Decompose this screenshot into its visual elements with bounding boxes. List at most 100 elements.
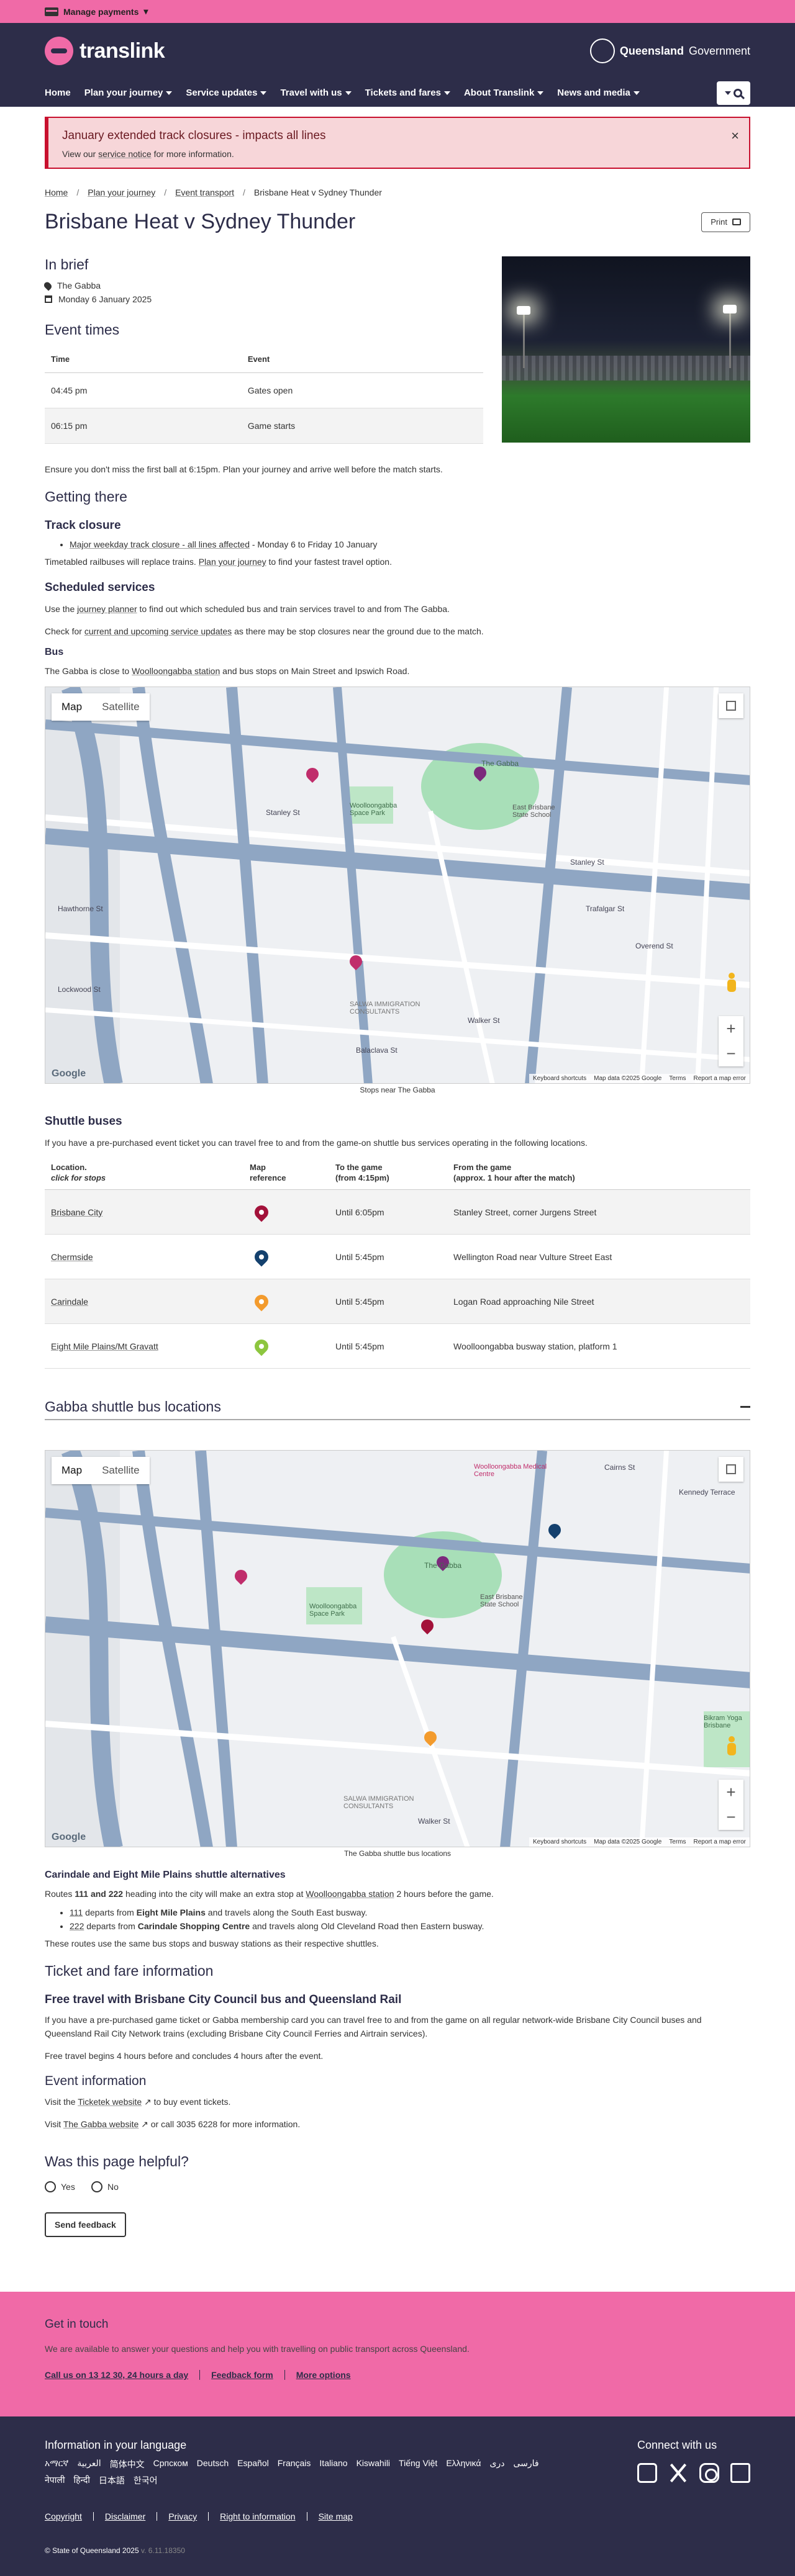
service-notice-link[interactable]: service notice: [98, 149, 152, 159]
language-link[interactable]: Español: [237, 2458, 269, 2470]
keyboard-shortcuts-link[interactable]: Keyboard shortcuts: [533, 1075, 586, 1082]
language-link[interactable]: 简体中文: [110, 2458, 145, 2470]
nav-item-news-and-media[interactable]: News and media: [557, 88, 640, 98]
x-twitter-icon[interactable]: [668, 2463, 688, 2483]
nav-item-tickets-and-fares[interactable]: Tickets and fares: [365, 88, 450, 98]
privacy-link[interactable]: Privacy: [168, 2511, 197, 2521]
translink-logo[interactable]: translink: [45, 37, 165, 65]
map-caption: Stops near The Gabba: [360, 1086, 435, 1094]
google-logo: Google: [52, 1832, 86, 1842]
journey-planner-link[interactable]: journey planner: [77, 604, 137, 614]
language-link[interactable]: العربية: [77, 2458, 101, 2470]
nav-item-home[interactable]: Home: [45, 88, 71, 98]
alternatives-note: These routes use the same bus stops and …: [45, 1939, 379, 1948]
keyboard-shortcuts-link[interactable]: Keyboard shortcuts: [533, 1839, 586, 1845]
route-222-link[interactable]: 222: [70, 1921, 84, 1931]
map-label: Kennedy Terrace: [679, 1488, 735, 1497]
language-link[interactable]: Français: [278, 2458, 311, 2470]
shuttle-heading: Shuttle buses: [45, 1115, 122, 1128]
alternatives-text: Routes 111 and 222 heading into the city…: [45, 1889, 494, 1899]
zoom-in-button[interactable]: +: [719, 1780, 743, 1804]
nav-item-service-updates[interactable]: Service updates: [186, 88, 267, 98]
location-link[interactable]: Eight Mile Plains/Mt Gravatt: [51, 1341, 158, 1351]
helpful-no-radio[interactable]: No: [91, 2181, 119, 2192]
facebook-icon[interactable]: [637, 2463, 657, 2483]
nav-item-plan-your-journey[interactable]: Plan your journey: [84, 88, 173, 98]
location-link[interactable]: Carindale: [51, 1297, 88, 1307]
gabba-website-link[interactable]: The Gabba website: [63, 2119, 139, 2129]
shuttle-locations-accordion[interactable]: Gabba shuttle bus locations: [45, 1398, 750, 1420]
queensland-government-logo[interactable]: Queensland Government: [589, 38, 750, 63]
track-closure-link[interactable]: Major weekday track closure - all lines …: [70, 539, 250, 549]
report-error-link[interactable]: Report a map error: [694, 1075, 746, 1082]
language-link[interactable]: Tiếng Việt: [399, 2458, 437, 2470]
alternatives-list: 111 departs from Eight Mile Plains and t…: [70, 1906, 750, 1933]
call-us-link[interactable]: Call us on 13 12 30, 24 hours a day: [45, 2370, 188, 2380]
email-icon[interactable]: [730, 2463, 750, 2483]
separator: [208, 2512, 209, 2521]
feedback-form-link[interactable]: Feedback form: [211, 2370, 273, 2380]
chevron-down-icon: ▾: [143, 6, 148, 16]
map-tab-map[interactable]: Map: [52, 693, 92, 721]
woolloongabba-station-link[interactable]: Woolloongabba station: [132, 666, 220, 676]
terms-link[interactable]: Terms: [669, 1075, 686, 1082]
plan-journey-link[interactable]: Plan your journey: [199, 557, 266, 567]
ticketek-text: Visit the Ticketek website ↗ to buy even…: [45, 2097, 231, 2107]
pegman-icon[interactable]: [726, 973, 737, 993]
disclaimer-link[interactable]: Disclaimer: [105, 2511, 145, 2521]
ticketek-link[interactable]: Ticketek website: [78, 2097, 142, 2107]
close-icon[interactable]: ×: [731, 128, 739, 144]
nav-item-travel-with-us[interactable]: Travel with us: [280, 88, 352, 98]
collapse-icon[interactable]: [740, 1406, 750, 1408]
copyright-link[interactable]: Copyright: [45, 2511, 82, 2521]
breadcrumb-home[interactable]: Home: [45, 187, 68, 197]
instagram-icon[interactable]: [699, 2463, 719, 2483]
language-link[interactable]: Italiano: [319, 2458, 347, 2470]
service-updates-link[interactable]: current and upcoming service updates: [84, 626, 232, 636]
helpful-yes-radio[interactable]: Yes: [45, 2181, 75, 2192]
zoom-in-button[interactable]: +: [719, 1016, 743, 1041]
location-link[interactable]: Chermside: [51, 1252, 93, 1262]
fullscreen-icon[interactable]: [719, 1457, 743, 1482]
shuttle-locations-map[interactable]: The Gabba Woolloongabba Medical Centre E…: [45, 1450, 750, 1847]
language-link[interactable]: አማርኛ: [45, 2458, 68, 2470]
language-link[interactable]: Deutsch: [197, 2458, 229, 2470]
location-link[interactable]: Brisbane City: [51, 1207, 102, 1217]
stadium-stand: [502, 356, 750, 381]
language-link[interactable]: हिन्दी: [73, 2474, 89, 2487]
map-tab-satellite[interactable]: Satellite: [92, 1457, 149, 1484]
right-to-information-link[interactable]: Right to information: [220, 2511, 295, 2521]
ticket-fare-heading: Ticket and fare information: [45, 1963, 214, 1979]
site-map-link[interactable]: Site map: [319, 2511, 353, 2521]
manage-payments-link[interactable]: Manage payments ▾: [45, 6, 148, 17]
free-travel-times: Free travel begins 4 hours before and co…: [45, 2051, 324, 2061]
print-button[interactable]: Print: [701, 212, 750, 232]
pegman-icon[interactable]: [726, 1736, 737, 1756]
breadcrumb-plan-journey[interactable]: Plan your journey: [88, 187, 155, 197]
map-tab-map[interactable]: Map: [52, 1457, 92, 1484]
nav-item-about-translink[interactable]: About Translink: [464, 88, 544, 98]
language-link[interactable]: Српском: [153, 2458, 188, 2470]
language-link[interactable]: 日本語: [99, 2474, 125, 2487]
fullscreen-icon[interactable]: [719, 693, 743, 718]
report-error-link[interactable]: Report a map error: [694, 1839, 746, 1845]
more-options-link[interactable]: More options: [296, 2370, 351, 2380]
route-111-link[interactable]: 111: [70, 1907, 83, 1917]
language-link[interactable]: فارسی: [513, 2458, 538, 2470]
language-link[interactable]: دری: [489, 2458, 504, 2470]
send-feedback-button[interactable]: Send feedback: [45, 2212, 126, 2237]
language-link[interactable]: 한국어: [134, 2474, 158, 2487]
zoom-out-button[interactable]: −: [719, 1041, 743, 1066]
event-cell: Game starts: [241, 408, 483, 444]
map-tab-satellite[interactable]: Satellite: [92, 693, 149, 721]
terms-link[interactable]: Terms: [669, 1839, 686, 1845]
stops-map[interactable]: The Gabba Woolloongabba Space Park East …: [45, 687, 750, 1084]
language-link[interactable]: Ελληνικά: [446, 2458, 481, 2470]
zoom-out-button[interactable]: −: [719, 1804, 743, 1829]
woolloongabba-station-link[interactable]: Woolloongabba station: [306, 1889, 394, 1899]
column-header: Location. click for stops: [45, 1162, 243, 1190]
language-link[interactable]: Kiswahili: [357, 2458, 390, 2470]
breadcrumb-event-transport[interactable]: Event transport: [175, 187, 234, 197]
search-button[interactable]: [717, 81, 750, 105]
language-link[interactable]: नेपाली: [45, 2474, 65, 2487]
